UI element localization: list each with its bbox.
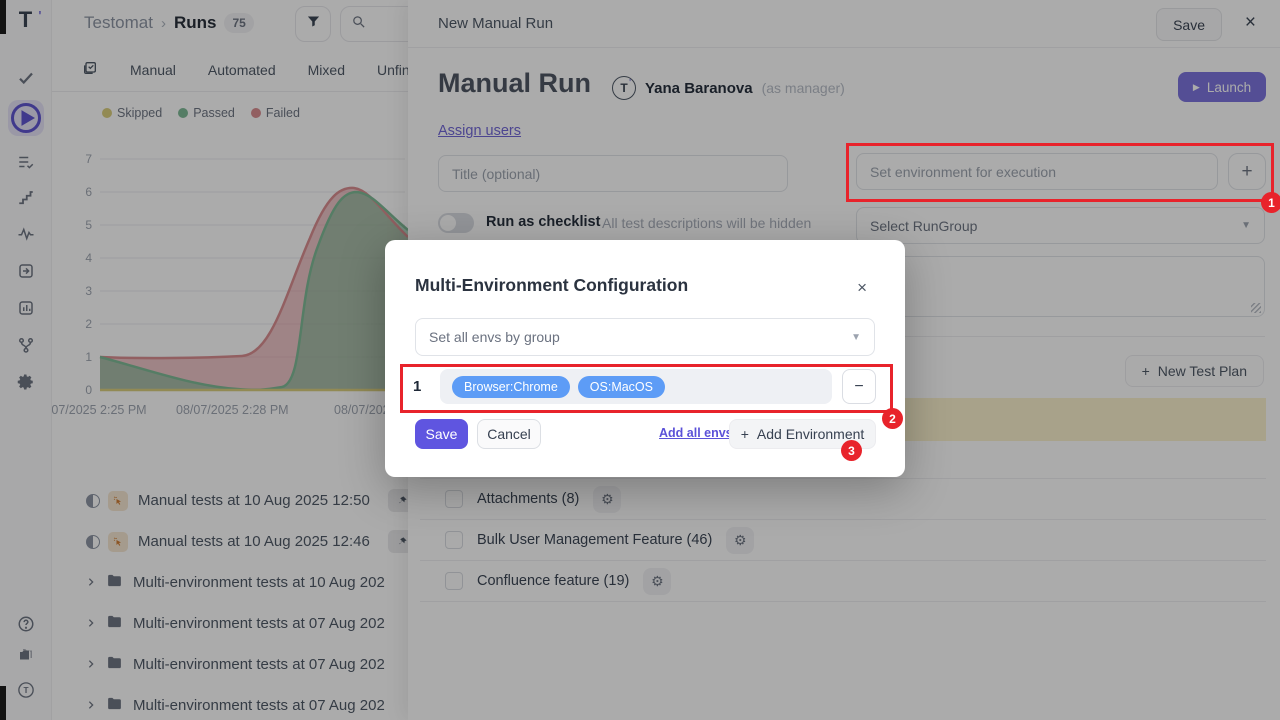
annotation-box-2 xyxy=(400,364,893,413)
modal-cancel-button[interactable]: Cancel xyxy=(477,419,541,449)
app-screen: T' xyxy=(0,0,1280,720)
env-group-value: Set all envs by group xyxy=(429,329,560,345)
multi-environment-modal: Multi-Environment Configuration × Set al… xyxy=(385,240,905,477)
modal-save-button[interactable]: Save xyxy=(415,419,468,449)
annotation-box-1 xyxy=(846,143,1274,202)
annotation-badge-2: 2 xyxy=(882,408,903,429)
env-group-select[interactable]: Set all envs by group ▼ xyxy=(415,318,875,356)
close-modal-icon[interactable]: × xyxy=(857,278,867,298)
annotation-badge-1: 1 xyxy=(1261,192,1280,213)
caret-down-icon: ▼ xyxy=(851,332,861,343)
plus-icon: + xyxy=(741,426,749,442)
modal-title: Multi-Environment Configuration xyxy=(415,275,688,296)
annotation-badge-3: 3 xyxy=(841,440,862,461)
add-all-envs-link[interactable]: Add all envs xyxy=(659,426,719,440)
